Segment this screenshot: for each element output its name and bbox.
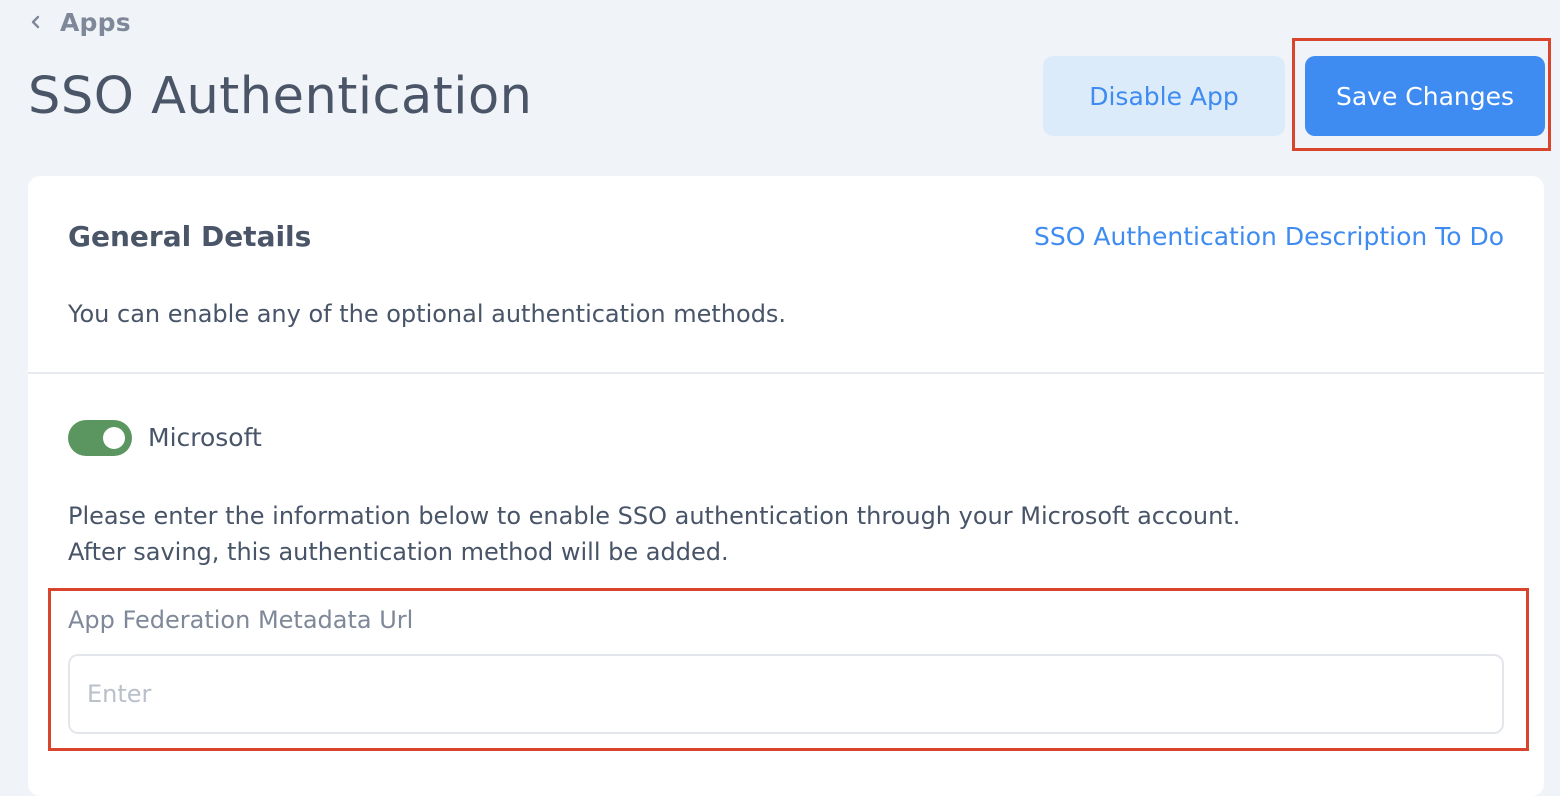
- page-title: SSO Authentication: [28, 67, 533, 126]
- section-divider: [28, 372, 1544, 374]
- metadata-url-input[interactable]: [68, 654, 1504, 734]
- microsoft-toggle-label: Microsoft: [148, 423, 262, 452]
- microsoft-toggle[interactable]: [68, 420, 132, 456]
- sso-description-link[interactable]: SSO Authentication Description To Do: [1034, 218, 1504, 256]
- section-title: General Details: [68, 220, 312, 253]
- general-details-card: General Details SSO Authentication Descr…: [28, 176, 1544, 796]
- disable-app-button[interactable]: Disable App: [1043, 56, 1285, 136]
- microsoft-instructions: Please enter the information below to en…: [68, 498, 1240, 570]
- chevron-left-icon: [28, 14, 44, 30]
- breadcrumb-back-link[interactable]: Apps: [28, 4, 131, 40]
- section-description: You can enable any of the optional authe…: [68, 300, 787, 328]
- breadcrumb-label: Apps: [60, 7, 131, 37]
- metadata-url-label: App Federation Metadata Url: [68, 606, 414, 634]
- save-changes-button[interactable]: Save Changes: [1305, 56, 1545, 136]
- toggle-knob: [103, 427, 125, 449]
- instruction-line-2: After saving, this authentication method…: [68, 538, 729, 566]
- instruction-line-1: Please enter the information below to en…: [68, 502, 1241, 530]
